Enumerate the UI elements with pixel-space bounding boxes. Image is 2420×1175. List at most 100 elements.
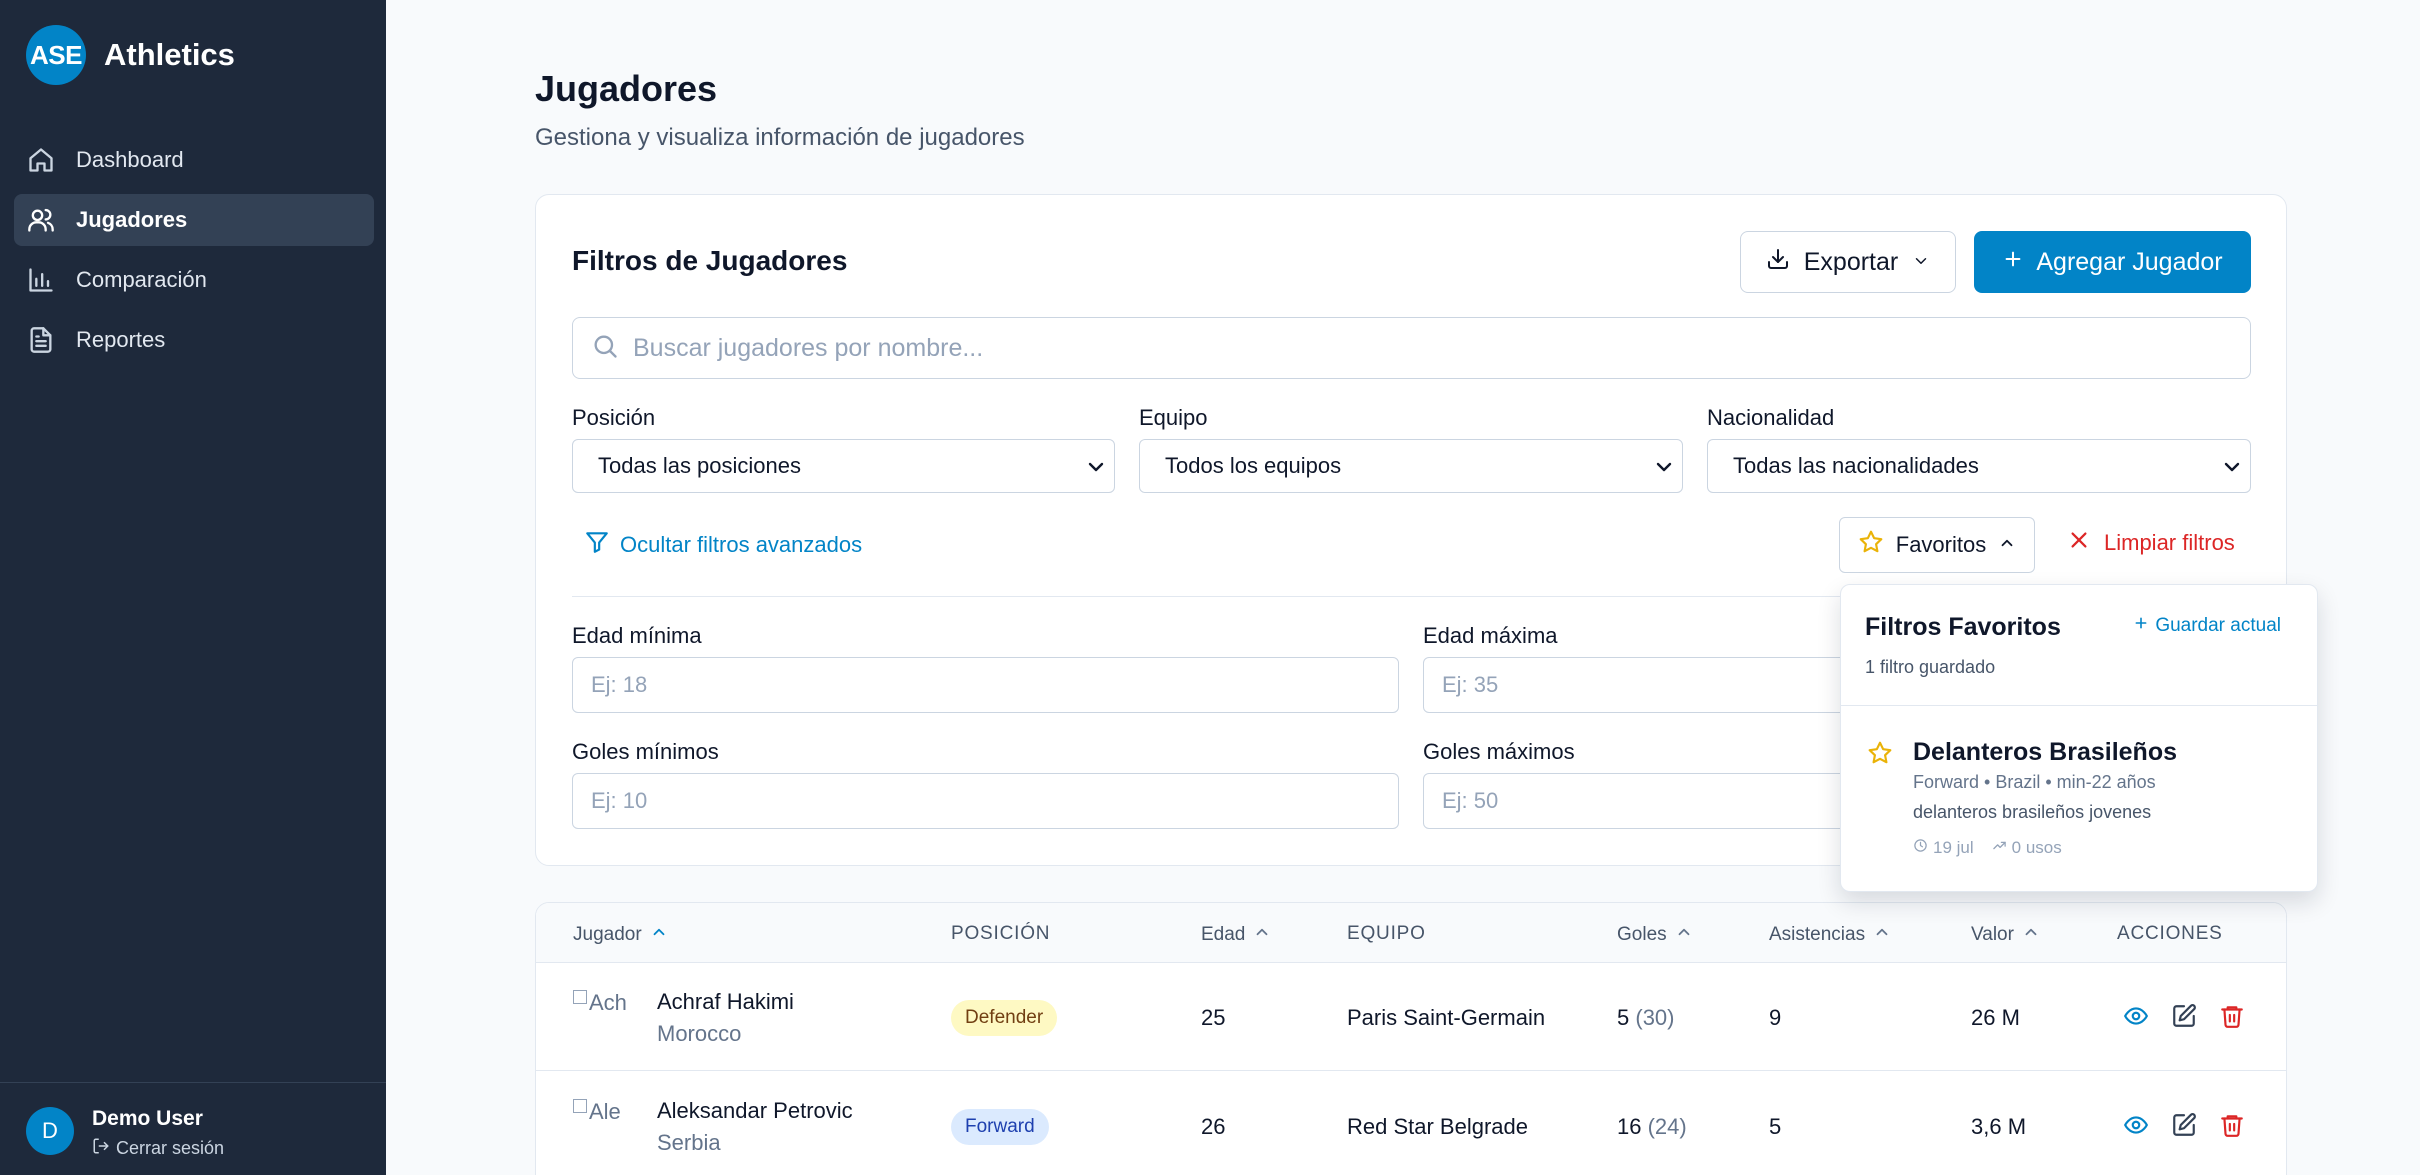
nationality-select[interactable]: Todas las nacionalidades: [1707, 439, 2251, 493]
player-age: 25: [1201, 1005, 1226, 1030]
header-goals[interactable]: Goles: [1617, 923, 1693, 947]
avatar: D: [26, 1107, 74, 1155]
player-age: 26: [1201, 1114, 1226, 1139]
edit-icon: [2171, 1004, 2197, 1033]
brand-name: Athletics: [104, 37, 235, 72]
nationality-label: Nacionalidad: [1707, 405, 1835, 430]
sidebar-item-jugadores[interactable]: Jugadores: [14, 194, 374, 246]
header-goals-label: Goles: [1617, 924, 1667, 945]
favorites-dropdown-title: Filtros Favoritos: [1865, 613, 2061, 641]
player-goals: 16 (24): [1617, 1114, 1687, 1140]
player-name: Achraf Hakimi: [657, 989, 794, 1014]
favorite-filter-item[interactable]: Delanteros Brasileños Forward • Brazil •…: [1841, 706, 2317, 886]
player-photo-alt: Ale: [589, 1099, 621, 1124]
sidebar-nav: Dashboard Jugadores Comparación Reportes: [14, 134, 374, 374]
sidebar-item-dashboard[interactable]: Dashboard: [14, 134, 374, 186]
header-player[interactable]: Jugador: [573, 923, 668, 947]
header-value-label: Valor: [1971, 924, 2014, 945]
save-current-label: Guardar actual: [2155, 615, 2281, 636]
brand[interactable]: ASE Athletics: [26, 25, 235, 85]
position-select[interactable]: Todas las posiciones: [572, 439, 1115, 493]
table-row[interactable]: Ale Aleksandar Petrovic Serbia Forward 2…: [536, 1072, 2286, 1175]
view-button[interactable]: [2123, 1112, 2151, 1140]
page-subtitle: Gestiona y visualiza información de juga…: [535, 124, 1025, 151]
goals-max-label: Goles máximos: [1423, 739, 1575, 764]
header-age-label: Edad: [1201, 924, 1246, 945]
logout-icon: [92, 1137, 116, 1160]
star-icon: [1858, 529, 1884, 561]
filter-icon: [584, 529, 620, 561]
favorite-description: delanteros brasileños jovenes: [1913, 802, 2152, 822]
header-position: POSICIÓN: [951, 923, 1051, 944]
player-photo-alt: Ach: [589, 990, 627, 1015]
favorites-dropdown: Filtros Favoritos Guardar actual 1 filtr…: [1840, 584, 2318, 892]
sidebar-item-label: Dashboard: [76, 147, 184, 172]
close-icon: [2068, 529, 2104, 557]
table-row[interactable]: Ach Achraf Hakimi Morocco Defender 25 Pa…: [536, 963, 2286, 1071]
player-photo: Ale: [573, 1099, 631, 1129]
plus-icon: [2002, 248, 2036, 277]
age-min-label: Edad mínima: [572, 623, 702, 648]
player-assists: 5: [1769, 1114, 1782, 1139]
bar-chart-icon: [26, 265, 56, 295]
sidebar-item-comparacion[interactable]: Comparación: [14, 254, 374, 306]
edit-button[interactable]: [2171, 1112, 2199, 1140]
eye-icon: [2123, 1116, 2149, 1142]
header-team: EQUIPO: [1347, 923, 1426, 944]
chevron-down-icon: [1912, 248, 1930, 277]
clear-filters-button[interactable]: Limpiar filtros: [2068, 529, 2235, 557]
brand-logo: ASE: [26, 25, 86, 85]
header-age[interactable]: Edad: [1201, 923, 1271, 947]
delete-button[interactable]: [2219, 1003, 2247, 1031]
player-photo: Ach: [573, 990, 631, 1020]
delete-button[interactable]: [2219, 1112, 2247, 1140]
header-player-label: Jugador: [573, 924, 642, 945]
matches-count: (24): [1647, 1114, 1687, 1139]
player-value: 26 M: [1971, 1005, 2020, 1030]
position-badge: Defender: [951, 1000, 1058, 1036]
trash-icon: [2219, 1006, 2245, 1033]
logout-link[interactable]: Cerrar sesión: [92, 1137, 224, 1160]
team-select-value: Todos los equipos: [1165, 453, 1342, 478]
favorite-meta: Forward • Brazil • min-22 años: [1913, 772, 2156, 792]
favorite-date: 19 jul: [1933, 838, 1974, 857]
nationality-select-value: Todas las nacionalidades: [1733, 453, 1979, 478]
user-name: Demo User: [92, 1107, 203, 1130]
team-select[interactable]: Todos los equipos: [1139, 439, 1683, 493]
sort-up-icon: [1245, 923, 1271, 947]
player-team: Paris Saint-Germain: [1347, 1005, 1546, 1030]
view-button[interactable]: [2123, 1003, 2151, 1031]
header-value[interactable]: Valor: [1971, 923, 2040, 947]
player-assists: 9: [1769, 1005, 1782, 1030]
toggle-advanced-filters[interactable]: Ocultar filtros avanzados: [584, 529, 862, 561]
header-assists[interactable]: Asistencias: [1769, 923, 1891, 947]
sidebar-item-reportes[interactable]: Reportes: [14, 314, 374, 366]
home-icon: [26, 145, 56, 175]
position-select-value: Todas las posiciones: [598, 453, 802, 478]
search-box: [572, 317, 2251, 379]
position-badge: Forward: [951, 1109, 1049, 1145]
sidebar-item-label: Jugadores: [76, 207, 188, 232]
toggle-advanced-label: Ocultar filtros avanzados: [620, 532, 863, 557]
goals-min-label: Goles mínimos: [572, 739, 719, 764]
export-button[interactable]: Exportar: [1740, 231, 1956, 293]
goals-min-input[interactable]: [572, 773, 1399, 829]
favorite-uses: 0 usos: [2011, 838, 2062, 857]
sidebar-item-label: Reportes: [76, 327, 166, 352]
sort-up-icon: [642, 923, 668, 947]
add-player-button[interactable]: Agregar Jugador: [1974, 231, 2251, 293]
search-input[interactable]: [633, 333, 2133, 363]
age-min-input[interactable]: [572, 657, 1399, 713]
header-actions: ACCIONES: [2117, 923, 2223, 944]
sidebar: ASE Athletics Dashboard Jugadores Compar…: [0, 0, 386, 1175]
edit-button[interactable]: [2171, 1003, 2199, 1031]
save-current-button[interactable]: Guardar actual: [2133, 615, 2281, 637]
player-name: Aleksandar Petrovic: [657, 1098, 853, 1123]
plus-icon: [2133, 615, 2155, 637]
file-text-icon: [26, 325, 56, 355]
clear-filters-label: Limpiar filtros: [2104, 530, 2235, 555]
goals-count: 16: [1617, 1114, 1642, 1139]
favorites-button[interactable]: Favoritos: [1839, 517, 2035, 573]
export-label: Exportar: [1803, 247, 1899, 276]
trash-icon: [2219, 1115, 2245, 1142]
